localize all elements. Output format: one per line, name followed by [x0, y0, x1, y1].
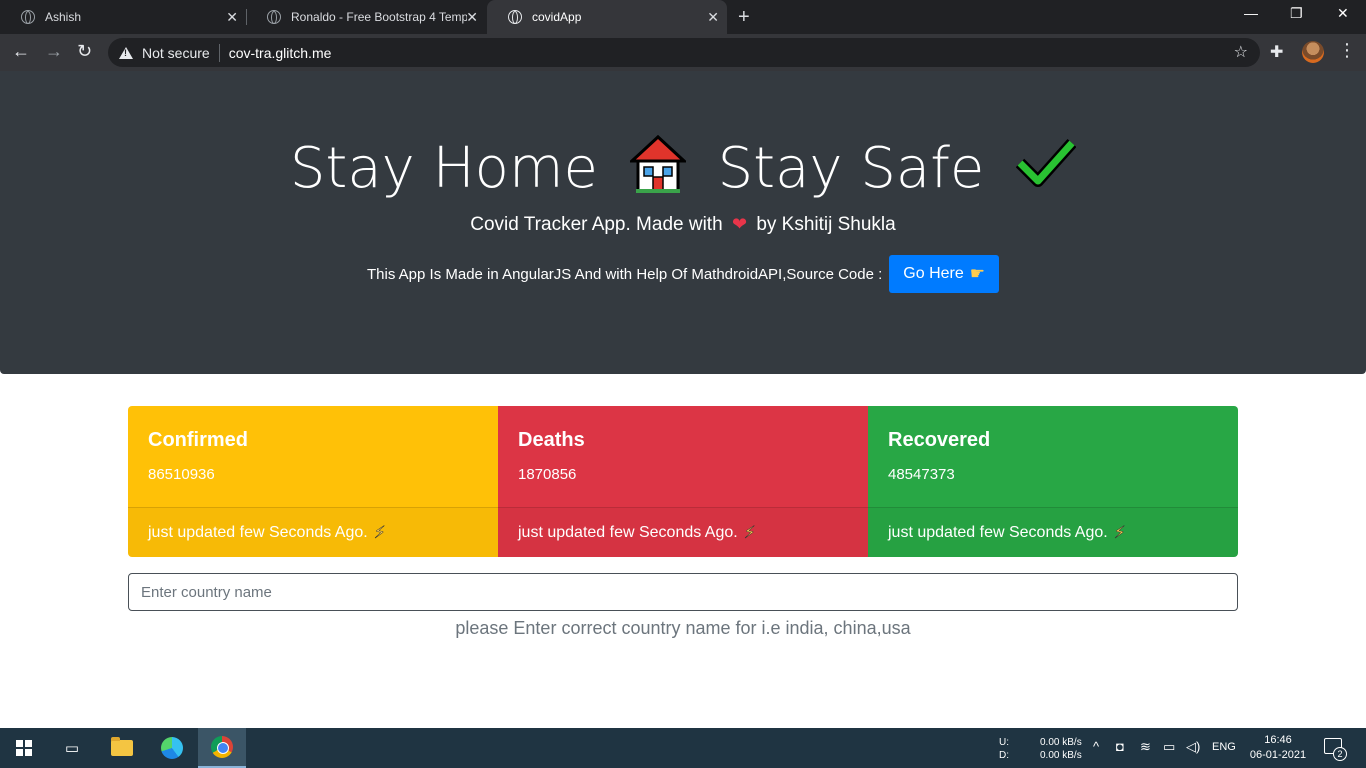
new-tab-button[interactable]: + — [738, 6, 750, 29]
close-tab-icon[interactable]: ✕ — [707, 9, 719, 26]
reload-button[interactable]: ↻ — [77, 41, 92, 62]
title-stay-safe: Stay Safe — [717, 136, 985, 201]
heart-icon: ❤ — [731, 214, 748, 234]
omnibox-divider — [218, 43, 220, 62]
close-window-button[interactable]: ✕ — [1337, 5, 1349, 22]
tab-title: Ashish — [45, 10, 82, 24]
system-clock[interactable]: 16:46 06-01-2021 — [1248, 733, 1308, 763]
clock-time: 16:46 — [1264, 734, 1292, 746]
subtitle-suffix: by Kshitij Shukla — [756, 214, 896, 235]
deaths-footer: just updated few Seconds Ago. ⚡ — [498, 507, 868, 557]
close-tab-icon[interactable]: ✕ — [226, 9, 238, 26]
globe-icon — [508, 10, 522, 24]
browser-toolbar: ← → ↻ Not secure cov-tra.glitch.me ☆ ✚ ⋮ — [0, 34, 1366, 71]
tab-title: Ronaldo - Free Bootstrap 4 Temp — [291, 10, 467, 24]
pointing-hand-icon: ☛ — [969, 264, 985, 283]
tab-title: covidApp — [532, 10, 582, 24]
net-speed-labels: U: D: — [999, 736, 1009, 762]
windows-taskbar: ▭ U: D: 0.00 kB/s 0.00 kB/s ^ ◘ ≋ ▭ ◁) E… — [0, 728, 1366, 768]
recovered-footer: just updated few Seconds Ago. ⚡ — [868, 507, 1238, 557]
country-search-input[interactable] — [128, 573, 1238, 611]
volume-icon[interactable]: ◁) — [1186, 739, 1200, 755]
restore-button[interactable]: ❐ — [1290, 5, 1303, 22]
warning-icon[interactable] — [119, 46, 133, 59]
info-text: This App Is Made in AngularJS And with H… — [367, 265, 883, 283]
confirmed-title: Confirmed — [148, 429, 248, 451]
hero-subtitle: Covid Tracker App. Made with ❤ by Kshiti… — [0, 214, 1366, 236]
subtitle-prefix: Covid Tracker App. Made with — [470, 214, 723, 235]
menu-icon[interactable]: ⋮ — [1338, 40, 1356, 61]
download-speed: 0.00 kB/s — [1040, 750, 1082, 761]
browser-tab-ronaldo[interactable]: Ronaldo - Free Bootstrap 4 Temp ✕ — [246, 0, 486, 34]
star-icon[interactable]: ☆ — [1234, 42, 1248, 62]
confirmed-card: Confirmed 86510936 just updated few Seco… — [128, 406, 498, 557]
camera-icon[interactable]: ◘ — [1116, 739, 1124, 754]
net-speed-values: 0.00 kB/s 0.00 kB/s — [1040, 736, 1082, 762]
edge-browser-icon[interactable] — [148, 728, 196, 768]
recovered-card: Recovered 48547373 just updated few Seco… — [868, 406, 1238, 557]
browser-tab-covidapp[interactable]: covidApp ✕ — [487, 0, 727, 34]
check-mark-icon — [1016, 138, 1077, 187]
windows-logo-icon — [16, 740, 32, 756]
forward-button[interactable]: → — [45, 41, 63, 62]
hero-info: This App Is Made in AngularJS And with H… — [0, 255, 1366, 293]
language-indicator[interactable]: ENG — [1212, 741, 1236, 753]
url-text[interactable]: cov-tra.glitch.me — [229, 45, 332, 61]
globe-icon — [267, 10, 281, 24]
recovered-updated-text: just updated few Seconds Ago. — [888, 523, 1108, 541]
lightning-icon: ⚡ — [743, 522, 756, 542]
stats-card-group: Confirmed 86510936 just updated few Seco… — [128, 406, 1238, 557]
lightning-icon: ⚡ — [373, 522, 386, 542]
upload-label: U: — [999, 737, 1009, 748]
deaths-card: Deaths 1870856 just updated few Seconds … — [498, 406, 868, 557]
chevron-up-icon[interactable]: ^ — [1093, 739, 1099, 754]
recovered-value: 48547373 — [888, 466, 955, 483]
upload-speed: 0.00 kB/s — [1040, 737, 1082, 748]
browser-tab-ashish[interactable]: Ashish ✕ — [0, 0, 246, 34]
deaths-value: 1870856 — [518, 466, 577, 483]
task-view-icon[interactable]: ▭ — [48, 728, 96, 768]
house-icon — [629, 135, 686, 193]
lightning-icon: ⚡ — [1113, 522, 1126, 542]
confirmed-updated-text: just updated few Seconds Ago. — [148, 523, 368, 541]
wifi-icon[interactable]: ≋ — [1140, 739, 1151, 755]
notification-count-badge: 2 — [1333, 747, 1347, 761]
page-title: Stay Home Stay Safe — [0, 135, 1366, 201]
deaths-updated-text: just updated few Seconds Ago. — [518, 523, 738, 541]
file-explorer-icon[interactable] — [98, 728, 146, 768]
go-here-button[interactable]: Go Here ☛ — [889, 255, 999, 293]
chrome-browser-icon[interactable] — [198, 728, 246, 768]
globe-icon — [21, 10, 35, 24]
browser-tab-bar: Ashish ✕ Ronaldo - Free Bootstrap 4 Temp… — [0, 0, 1366, 34]
go-here-label: Go Here — [903, 265, 964, 282]
page-viewport: Stay Home Stay Safe Covid Tracker App. M… — [0, 71, 1366, 728]
profile-avatar[interactable] — [1302, 41, 1324, 63]
minimize-button[interactable]: — — [1244, 5, 1258, 21]
deaths-title: Deaths — [518, 429, 585, 451]
start-button[interactable] — [0, 728, 48, 768]
confirmed-value: 86510936 — [148, 466, 215, 483]
battery-icon[interactable]: ▭ — [1163, 739, 1175, 755]
recovered-title: Recovered — [888, 429, 991, 451]
search-help-text: please Enter correct country name for i.… — [455, 618, 911, 638]
back-button[interactable]: ← — [12, 41, 30, 62]
confirmed-footer: just updated few Seconds Ago. ⚡ — [128, 507, 498, 557]
title-stay-home: Stay Home — [289, 136, 598, 201]
download-label: D: — [999, 750, 1009, 761]
address-bar[interactable]: Not secure cov-tra.glitch.me ☆ — [108, 38, 1260, 67]
hero-banner: Stay Home Stay Safe Covid Tracker App. M… — [0, 71, 1366, 374]
extensions-icon[interactable]: ✚ — [1270, 42, 1283, 62]
security-label[interactable]: Not secure — [142, 45, 210, 61]
clock-date: 06-01-2021 — [1249, 749, 1307, 761]
close-tab-icon[interactable]: ✕ — [466, 9, 478, 26]
